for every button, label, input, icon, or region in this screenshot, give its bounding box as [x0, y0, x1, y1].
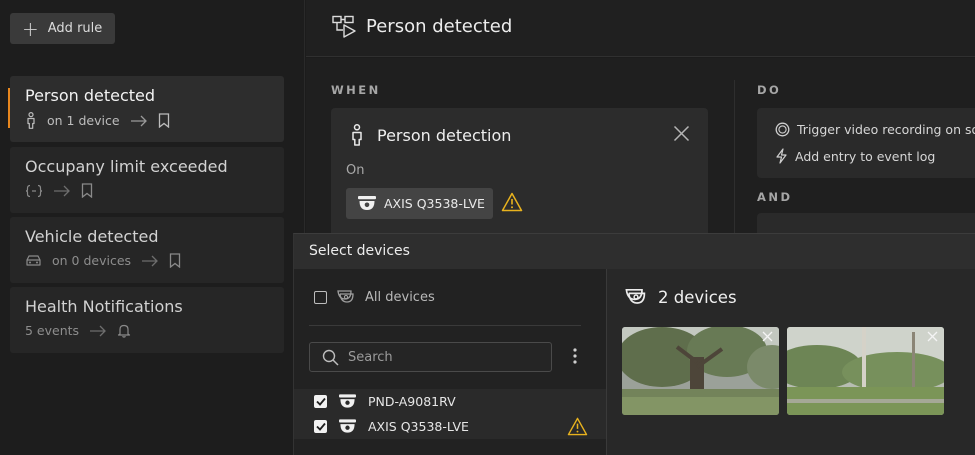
checkmark-icon	[315, 397, 326, 406]
device-name: AXIS Q3538-LVE	[368, 419, 469, 434]
dome-camera-icon	[339, 394, 356, 409]
more-options-icon[interactable]	[572, 348, 578, 364]
lightning-icon	[775, 148, 788, 164]
do-actions-card: Trigger video recording on source Add en…	[757, 108, 975, 178]
select-devices-dialog: Select devices All devices Search PND-A9…	[293, 233, 975, 455]
camera-preview-image	[787, 327, 944, 415]
rule-item-vehicle-detected[interactable]: Vehicle detected on 0 devices	[10, 217, 284, 283]
device-row[interactable]: AXIS Q3538-LVE	[294, 414, 606, 439]
device-chip-label: AXIS Q3538-LVE	[384, 196, 485, 211]
search-field[interactable]	[309, 342, 552, 372]
car-icon	[25, 254, 42, 267]
action-label: Add entry to event log	[795, 148, 936, 164]
bell-icon	[117, 323, 131, 338]
and-section-label: AND	[757, 190, 793, 204]
warning-icon	[567, 417, 588, 436]
bookmark-icon	[169, 253, 181, 268]
selected-devices-panel: 2 devices	[606, 269, 975, 455]
arrow-right-icon	[53, 185, 71, 197]
all-devices-checkbox[interactable]	[314, 290, 327, 304]
camera-preview-image	[622, 327, 779, 415]
when-condition-card: Person detection On AXIS Q3538-LVE	[331, 108, 708, 238]
person-icon	[349, 124, 365, 146]
rules-sidebar: + Add rule Person detected on 1 device O…	[0, 0, 305, 455]
device-chip[interactable]: AXIS Q3538-LVE	[346, 188, 493, 219]
dome-camera-icon	[358, 196, 376, 211]
plus-icon: +	[22, 16, 39, 41]
selected-devices-heading: 2 devices	[624, 287, 737, 307]
rule-subtitle: 5 events	[25, 323, 284, 338]
remove-device-icon[interactable]	[927, 331, 938, 342]
checkmark-icon	[315, 422, 326, 431]
add-rule-label: Add rule	[47, 21, 103, 36]
action-label: Trigger video recording on source	[797, 122, 975, 137]
record-icon	[775, 122, 790, 137]
device-name: PND-A9081RV	[368, 394, 456, 409]
close-icon[interactable]	[673, 125, 690, 142]
condition-title: Person detection	[377, 126, 512, 145]
action-item-trigger-recording[interactable]: Trigger video recording on source	[775, 122, 975, 137]
search-icon	[322, 349, 339, 366]
rule-item-health-notifications[interactable]: Health Notifications 5 events	[10, 287, 284, 353]
rule-title: Vehicle detected	[25, 227, 159, 246]
warning-icon	[501, 192, 523, 212]
rule-subtitle: on 0 devices	[25, 253, 284, 268]
dialog-title: Select devices	[309, 243, 410, 259]
rule-event-count: 5 events	[25, 323, 80, 338]
rule-device-count: on 1 device	[47, 113, 120, 128]
on-label: On	[346, 163, 365, 178]
camera-group-icon	[624, 287, 648, 307]
divider	[309, 325, 581, 326]
rule-item-occupancy[interactable]: Occupany limit exceeded	[10, 147, 284, 213]
remove-device-icon[interactable]	[762, 331, 773, 342]
rule-device-count: on 0 devices	[52, 253, 132, 268]
search-input[interactable]	[348, 349, 528, 365]
variable-braces-icon	[25, 184, 43, 198]
person-icon	[25, 112, 37, 129]
add-rule-button[interactable]: + Add rule	[10, 13, 115, 44]
dome-camera-icon	[339, 419, 356, 434]
rule-title: Person detected	[25, 86, 156, 105]
all-devices-label: All devices	[365, 289, 435, 305]
page-title: Person detected	[366, 16, 513, 37]
rule-flow-icon	[332, 15, 358, 39]
rule-header: Person detected	[306, 0, 975, 57]
section-divider	[734, 80, 735, 240]
bookmark-icon	[158, 113, 170, 128]
device-list-panel: All devices PND-A9081RV	[294, 269, 606, 455]
rule-item-person-detected[interactable]: Person detected on 1 device	[8, 76, 284, 142]
device-checkbox[interactable]	[314, 420, 327, 433]
device-thumbnail[interactable]	[787, 327, 944, 415]
arrow-right-icon	[141, 255, 159, 267]
rule-subtitle	[25, 183, 284, 198]
device-row[interactable]: PND-A9081RV	[294, 389, 606, 414]
bookmark-icon	[81, 183, 93, 198]
app-window: + Add rule Person detected on 1 device O…	[0, 0, 975, 455]
device-thumbnail[interactable]	[622, 327, 779, 415]
rule-subtitle: on 1 device	[25, 112, 284, 129]
device-checkbox[interactable]	[314, 395, 327, 408]
arrow-right-icon	[130, 115, 148, 127]
rule-title: Occupany limit exceeded	[25, 157, 228, 176]
dialog-header: Select devices	[294, 234, 975, 269]
do-section-label: DO	[757, 83, 782, 97]
camera-group-icon	[336, 289, 356, 305]
when-section-label: WHEN	[331, 83, 381, 97]
selected-count: 2 devices	[658, 287, 737, 307]
rule-title: Health Notifications	[25, 297, 183, 316]
all-devices-option[interactable]: All devices	[314, 289, 435, 305]
action-item-event-log[interactable]: Add entry to event log	[775, 148, 935, 164]
arrow-right-icon	[89, 325, 107, 337]
